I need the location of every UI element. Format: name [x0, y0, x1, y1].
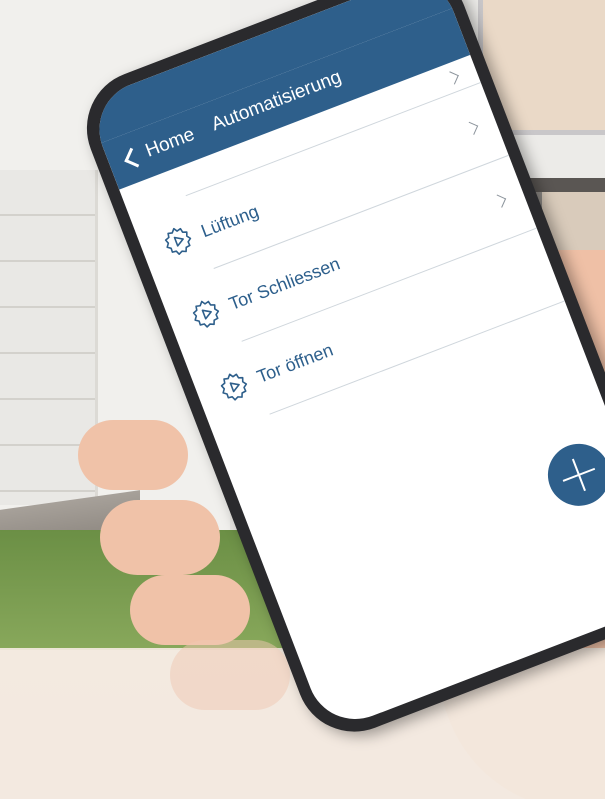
chevron-left-icon [124, 147, 144, 168]
hand-finger [100, 500, 220, 575]
add-automation-button[interactable] [538, 434, 605, 515]
chevron-right-icon [445, 71, 459, 85]
list-item-label: Lüftung [198, 200, 262, 241]
automation-gear-play-icon [187, 294, 226, 333]
chevron-right-icon [492, 194, 507, 208]
list-item-label: Tor Schliessen [225, 252, 343, 314]
plus-icon [557, 453, 601, 497]
back-button-label: Home [142, 123, 198, 162]
chevron-right-icon [465, 121, 479, 135]
hand-finger [130, 575, 250, 645]
list-item-label: Tor öffnen [253, 339, 336, 387]
automation-gear-play-icon [215, 367, 254, 406]
hand-finger [78, 420, 188, 490]
hand-finger [170, 640, 290, 710]
automation-gear-play-icon [159, 221, 198, 260]
